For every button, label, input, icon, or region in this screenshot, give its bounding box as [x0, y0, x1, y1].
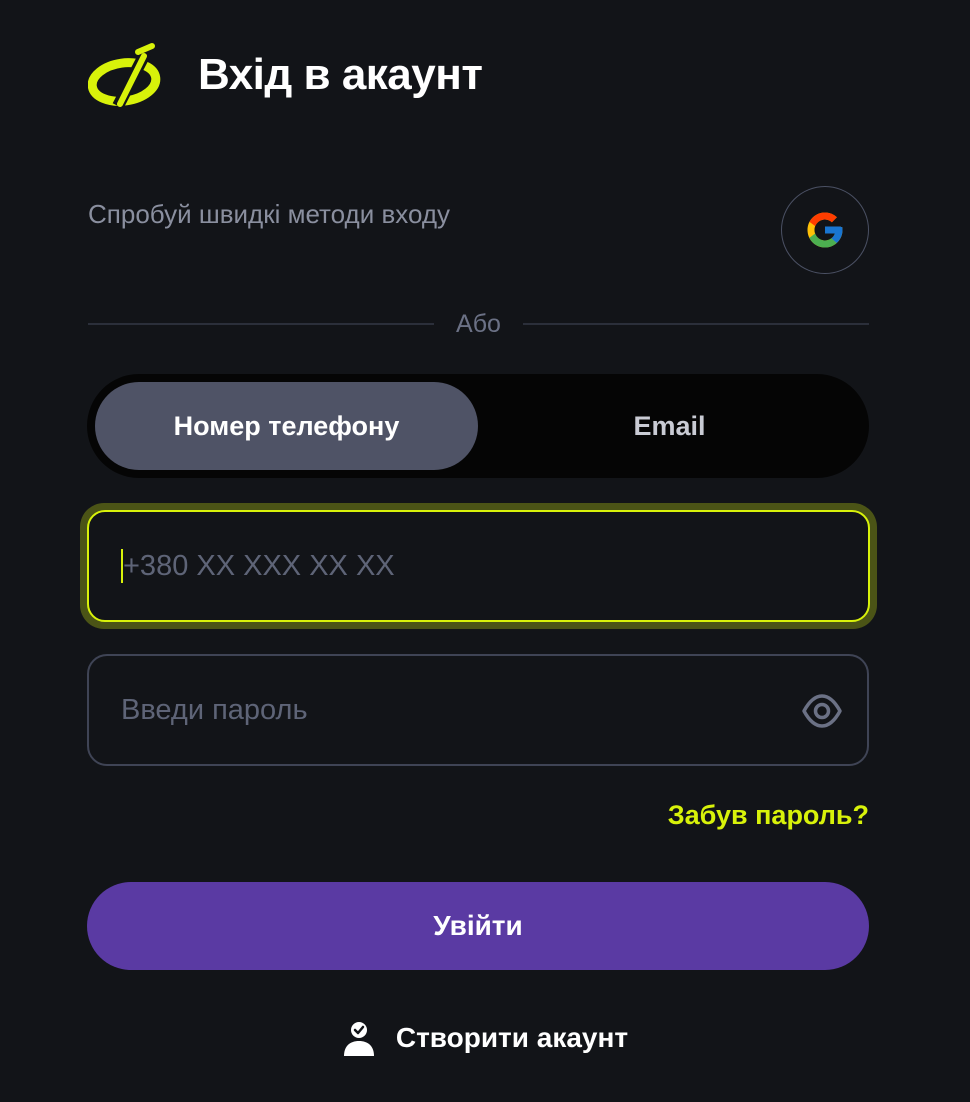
auth-method-switch: Номер телефону Email — [87, 374, 869, 478]
tab-email[interactable]: Email — [478, 382, 861, 470]
google-login-button[interactable] — [781, 186, 869, 274]
password-field — [87, 654, 869, 766]
login-page: Вхід в акаунт Спробуй швидкі методи вход… — [0, 0, 970, 1102]
create-account-label: Створити акаунт — [395, 1022, 629, 1053]
login-button[interactable]: Увійти — [87, 882, 869, 970]
password-input[interactable] — [121, 693, 721, 727]
forgot-password-link[interactable]: Забув пароль? — [668, 800, 869, 831]
quick-login-text: Спробуй швидкі методи входу — [88, 199, 451, 229]
tab-phone[interactable]: Номер телефону — [95, 382, 478, 470]
create-account-link[interactable]: Створити акаунт — [0, 1014, 970, 1062]
brand-logo-icon — [88, 43, 161, 108]
header: Вхід в акаунт — [88, 40, 483, 110]
divider-line-right — [522, 323, 869, 325]
phone-input[interactable] — [123, 549, 723, 583]
divider-line-left — [88, 323, 435, 325]
or-divider: Або — [88, 306, 869, 342]
google-icon — [807, 212, 843, 248]
phone-field-focus-ring — [80, 503, 877, 629]
user-check-icon — [343, 1022, 374, 1056]
eye-icon[interactable] — [801, 692, 843, 730]
phone-field — [87, 510, 870, 622]
page-title: Вхід в акаунт — [198, 50, 483, 99]
divider-label: Або — [456, 309, 501, 338]
